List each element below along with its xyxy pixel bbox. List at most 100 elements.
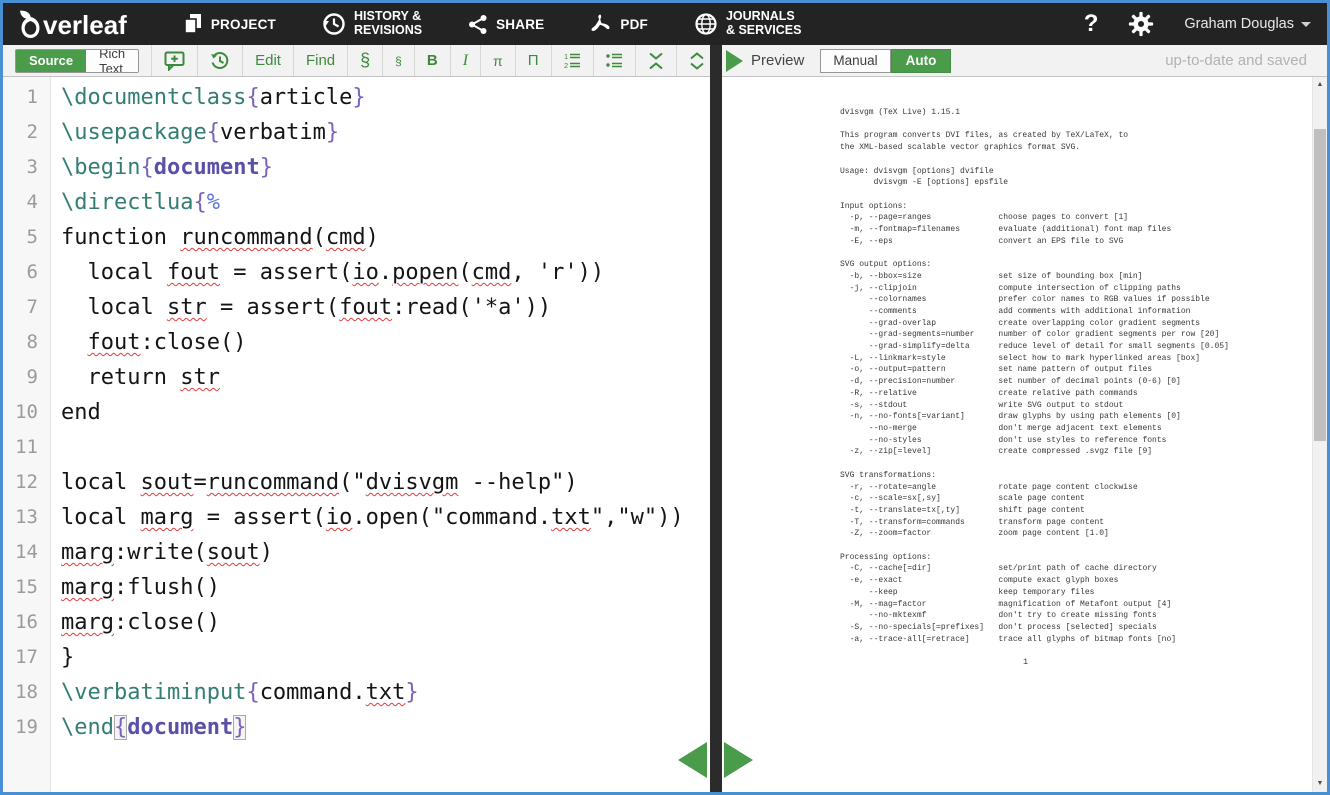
code-line[interactable]: marg:write(sout) (61, 535, 710, 570)
scroll-up-arrow[interactable]: ▲ (1313, 80, 1327, 90)
auto-compile-button[interactable]: Auto (891, 49, 952, 73)
line-number: 4 (3, 185, 50, 220)
source-mode-button[interactable]: Source (16, 50, 86, 72)
section-button[interactable]: § (348, 45, 383, 76)
line-number: 13 (3, 500, 50, 535)
overleaf-logo[interactable]: verleaf (17, 9, 127, 40)
line-number: 2 (3, 115, 50, 150)
logo-wordmark: verleaf (43, 10, 127, 40)
line-number: 19 (3, 710, 50, 745)
code-line[interactable]: local marg = assert(io.open("command.txt… (61, 500, 710, 535)
caret-down-icon (1301, 22, 1311, 27)
bold-button[interactable]: B (415, 45, 451, 76)
line-number: 14 (3, 535, 50, 570)
code-line[interactable]: fout:close() (61, 325, 710, 360)
code-line[interactable]: local fout = assert(io.popen(cmd, 'r')) (61, 255, 710, 290)
scroll-down-arrow[interactable]: ▼ (1313, 779, 1327, 789)
code-line[interactable]: \directlua{% (61, 185, 710, 220)
line-number: 17 (3, 640, 50, 675)
code-line[interactable]: \begin{document} (61, 150, 710, 185)
code-line[interactable]: marg:close() (61, 605, 710, 640)
line-number: 3 (3, 150, 50, 185)
track-changes-button[interactable] (198, 45, 243, 76)
nav-share[interactable]: SHARE (468, 14, 544, 35)
add-comment-icon (164, 51, 185, 71)
editor-toolbar: Source Rich Text (3, 45, 710, 77)
overleaf-window: verleaf PROJECT HISTORY &REVISIONS (0, 0, 1330, 795)
preview-pane: Preview Manual Auto up-to-date and saved… (722, 45, 1327, 792)
pdf-page-number: 1 (840, 657, 1211, 667)
nav-history-revisions[interactable]: HISTORY &REVISIONS (322, 10, 422, 38)
line-number: 10 (3, 395, 50, 430)
manual-compile-button[interactable]: Manual (820, 49, 890, 73)
main-split: Source Rich Text (3, 45, 1327, 792)
code-line[interactable]: local str = assert(fout:read('*a')) (61, 290, 710, 325)
history-icon (322, 12, 346, 36)
numbered-list-button[interactable]: 1 2 (552, 45, 594, 76)
code-line[interactable]: marg:flush() (61, 570, 710, 605)
line-number: 15 (3, 570, 50, 605)
compile-mode-toggle: Manual Auto (820, 49, 951, 73)
code-line[interactable]: \usepackage{verbatim} (61, 115, 710, 150)
line-number: 5 (3, 220, 50, 255)
pdf-icon (590, 13, 612, 36)
collapse-icon (648, 52, 664, 70)
numbered-list-icon: 1 2 (564, 52, 581, 69)
code-line[interactable]: \documentclass{article} (61, 80, 710, 115)
bullet-list-button[interactable] (594, 45, 636, 76)
share-icon (468, 14, 488, 35)
line-number: 11 (3, 430, 50, 465)
top-header: verleaf PROJECT HISTORY &REVISIONS (3, 3, 1327, 45)
project-icon (183, 13, 203, 35)
pane-divider[interactable] (710, 45, 722, 792)
edit-button[interactable]: Edit (243, 45, 294, 76)
code-line[interactable]: end (61, 395, 710, 430)
gutter: 12345678910111213141516171819 (3, 77, 51, 792)
nav-journals-services[interactable]: JOURNALS& SERVICES (694, 10, 802, 38)
code-line[interactable] (61, 430, 710, 465)
collapse-editor-arrow[interactable] (678, 742, 707, 778)
expand-preview-arrow[interactable] (724, 742, 753, 778)
user-menu[interactable]: Graham Douglas (1184, 16, 1311, 32)
svg-text:2: 2 (564, 61, 568, 69)
rich-text-mode-button[interactable]: Rich Text (86, 50, 138, 72)
code-line[interactable]: \verbatiminput{command.txt} (61, 675, 710, 710)
code-editor[interactable]: 12345678910111213141516171819 \documentc… (3, 77, 710, 792)
display-math-button[interactable]: Π (516, 45, 552, 76)
expand-right-arrow[interactable] (726, 50, 743, 72)
code-line[interactable]: function runcommand(cmd) (61, 220, 710, 255)
line-number: 8 (3, 325, 50, 360)
add-comment-button[interactable] (152, 45, 198, 76)
track-changes-icon (210, 51, 230, 71)
line-number: 18 (3, 675, 50, 710)
line-number: 12 (3, 465, 50, 500)
inline-math-button[interactable]: π (481, 45, 516, 76)
code-line[interactable]: } (61, 640, 710, 675)
gear-icon[interactable] (1128, 11, 1154, 37)
preview-scrollbar[interactable]: ▲ ▼ (1312, 77, 1327, 792)
code-line[interactable]: \end{document} (61, 710, 710, 745)
pdf-preview: dvisvgm (TeX Live) 1.15.1 This program c… (722, 77, 1327, 792)
journals-icon (694, 12, 718, 36)
code-line[interactable]: return str (61, 360, 710, 395)
pdf-text: dvisvgm (TeX Live) 1.15.1 This program c… (840, 107, 1327, 645)
line-number: 9 (3, 360, 50, 395)
mode-toggle: Source Rich Text (3, 45, 152, 76)
code-area[interactable]: \documentclass{article}\usepackage{verba… (51, 77, 710, 792)
subsection-button[interactable]: § (383, 45, 415, 76)
find-button[interactable]: Find (294, 45, 348, 76)
nav-project[interactable]: PROJECT (183, 13, 276, 35)
help-icon[interactable]: ? (1084, 10, 1099, 38)
italic-button[interactable]: I (451, 45, 481, 76)
user-name: Graham Douglas (1184, 16, 1294, 32)
svg-text:1: 1 (564, 52, 568, 61)
editor-pane: Source Rich Text (3, 45, 710, 792)
nav-pdf[interactable]: PDF (590, 13, 648, 36)
code-line[interactable]: local sout=runcommand("dvisvgm --help") (61, 465, 710, 500)
overleaf-leaf-icon (17, 9, 44, 40)
save-status: up-to-date and saved (1165, 52, 1307, 69)
scrollbar-thumb[interactable] (1314, 129, 1326, 441)
bullet-list-icon (606, 52, 623, 69)
line-number: 6 (3, 255, 50, 290)
collapse-all-button[interactable] (636, 45, 677, 76)
